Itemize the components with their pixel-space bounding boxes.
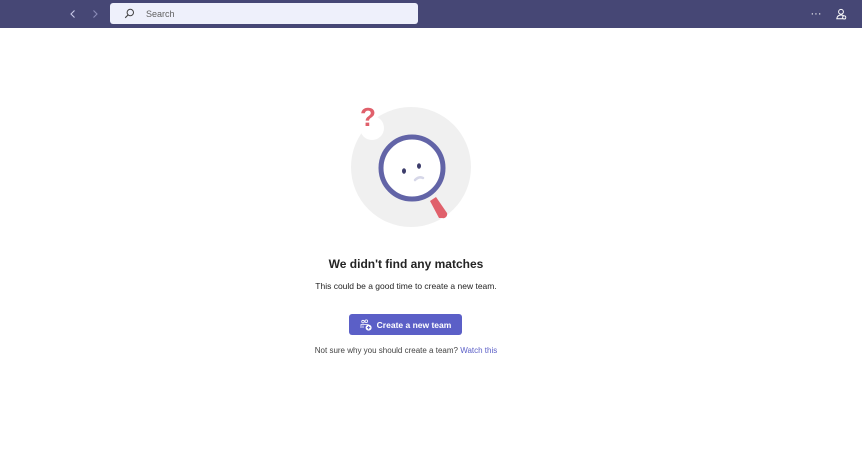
profile-button[interactable] (832, 5, 850, 23)
search-icon (116, 3, 142, 24)
face-right-eye (417, 163, 421, 169)
more-options-button[interactable]: ··· (807, 6, 825, 22)
watch-this-link[interactable]: Watch this (460, 346, 497, 355)
back-button[interactable] (64, 5, 82, 23)
team-add-icon (360, 319, 372, 331)
empty-state-subtitle: This could be a good time to create a ne… (315, 281, 497, 291)
more-icon: ··· (810, 8, 822, 20)
empty-state-title: We didn't find any matches (328, 257, 484, 271)
chevron-right-icon (93, 10, 98, 18)
chevron-left-icon (70, 10, 75, 18)
no-results-illustration: ? (351, 102, 471, 227)
search-box[interactable] (110, 3, 418, 24)
title-bar: ··· (0, 0, 862, 28)
footnote-text: Not sure why you should create a team? (314, 346, 458, 355)
question-mark: ? (360, 102, 376, 132)
footnote: Not sure why you should create a team? W… (0, 346, 812, 355)
create-team-button-label: Create a new team (376, 319, 452, 330)
person-icon (836, 8, 847, 20)
face-left-eye (402, 168, 406, 174)
forward-button[interactable] (86, 5, 104, 23)
create-team-button[interactable]: Create a new team (349, 314, 462, 335)
magnifier-lens (378, 134, 446, 202)
search-input[interactable] (142, 4, 402, 23)
